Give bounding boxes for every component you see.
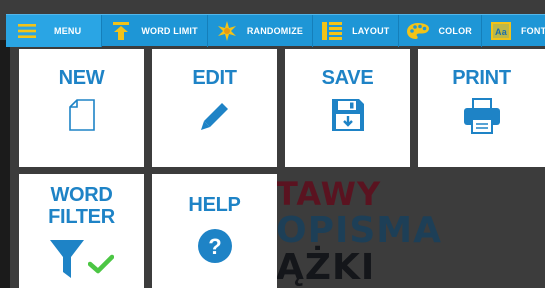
- save-label: SAVE: [321, 67, 374, 89]
- layout-button[interactable]: LAYOUT: [313, 14, 400, 47]
- layout-label: LAYOUT: [352, 25, 390, 36]
- help-icon-text: ?: [208, 234, 221, 259]
- font-icon: Aa: [490, 20, 512, 42]
- new-tile[interactable]: NEW: [19, 49, 144, 167]
- new-document-icon: [68, 99, 95, 131]
- font-label: FONT: [520, 25, 545, 36]
- word-filter-tile[interactable]: WORD FILTER: [19, 174, 144, 288]
- word-cloud-line-3: ĄŻKI: [276, 247, 376, 288]
- checkmark-icon: [87, 254, 114, 274]
- top-toolbar: MENU WORD LIMIT RANDOMIZE LAYOUT COLOR A…: [6, 14, 545, 47]
- palette-icon: [407, 20, 430, 42]
- menu-button[interactable]: MENU: [6, 14, 103, 47]
- word-filter-label-line1: WORD: [50, 184, 113, 206]
- randomize-label: RANDOMIZE: [246, 25, 304, 36]
- save-tile[interactable]: SAVE: [285, 49, 410, 167]
- funnel-icon: [49, 240, 84, 278]
- word-cloud-line-2: OPISMA: [276, 210, 442, 251]
- canvas-edge: [0, 40, 10, 288]
- sparkle-icon: [216, 20, 238, 42]
- help-label: HELP: [188, 194, 241, 216]
- pin-icon: [110, 20, 132, 42]
- printer-icon: [463, 98, 501, 134]
- word-filter-icons: [49, 240, 114, 278]
- print-label: PRINT: [452, 67, 511, 89]
- menu-label: MENU: [54, 25, 82, 36]
- layout-list-icon: [321, 20, 343, 42]
- print-tile[interactable]: PRINT: [418, 49, 545, 167]
- color-button[interactable]: COLOR: [399, 14, 482, 47]
- font-icon-text: Aa: [495, 27, 508, 37]
- help-tile[interactable]: HELP ?: [152, 174, 277, 288]
- help-icon: ?: [197, 228, 233, 264]
- randomize-button[interactable]: RANDOMIZE: [208, 14, 314, 47]
- word-filter-label-line2: FILTER: [48, 206, 115, 228]
- edit-label: EDIT: [192, 67, 237, 89]
- pencil-icon: [200, 101, 230, 131]
- new-label: NEW: [58, 67, 105, 89]
- word-limit-button[interactable]: WORD LIMIT: [102, 14, 208, 47]
- hamburger-icon: [16, 20, 38, 42]
- floppy-disk-icon: [331, 98, 365, 132]
- edit-tile[interactable]: EDIT: [152, 49, 277, 167]
- word-limit-label: WORD LIMIT: [141, 25, 198, 36]
- word-cloud-line-1: TAWY: [276, 175, 382, 213]
- color-label: COLOR: [438, 25, 472, 36]
- font-button[interactable]: Aa FONT: [482, 15, 545, 47]
